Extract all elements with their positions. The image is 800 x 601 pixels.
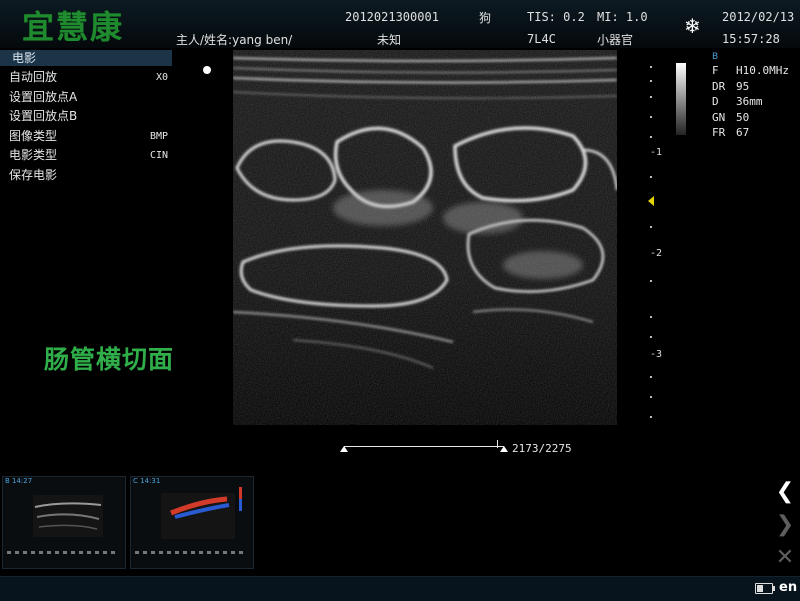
mi-value: MI: 1.0 [597, 10, 648, 24]
menu-item-cine-type[interactable]: 电影类型 CIN [0, 146, 174, 166]
param-value: 50 [736, 110, 750, 124]
patient-id: 2012021300001 [345, 10, 439, 24]
menu-item-label: 图像类型 [9, 128, 58, 143]
depth-label: -1 [650, 147, 663, 158]
grayscale-bar [676, 63, 686, 135]
footer-bar: en [0, 576, 800, 601]
param-frame-rate: FR 67 [712, 126, 800, 142]
species-label: 狗 [479, 11, 492, 25]
battery-fill [757, 585, 763, 592]
menu-item-value: CIN [149, 150, 168, 161]
param-key: F [712, 64, 719, 77]
chevron-right-icon[interactable]: ❯ [772, 512, 798, 538]
menu-item-image-type[interactable]: 图像类型 BMP [0, 127, 174, 147]
language-indicator[interactable]: en [779, 580, 797, 595]
depth-label: -3 [650, 349, 663, 360]
menu-item-value: X0 [155, 72, 168, 83]
snowflake-icon: ❄ [684, 14, 701, 38]
thumbnail-color-doppler[interactable]: C 14:31 [130, 476, 254, 569]
param-key: GN [712, 110, 726, 124]
menu-item-label: 设置回放点B [9, 109, 78, 123]
param-gain: GN 50 [712, 111, 800, 127]
ultrasound-scan-graphic [233, 50, 617, 425]
exam-type: 小器官 [597, 33, 634, 47]
cine-end-marker[interactable] [500, 446, 508, 452]
unknown-label: 未知 [377, 33, 402, 47]
param-frequency: F H10.0MHz [712, 64, 800, 80]
thumbnail-bmode-graphic [7, 495, 115, 554]
thumbnail-bmode[interactable]: B 14:27 [2, 476, 126, 569]
param-key: DR [712, 79, 726, 93]
tis-value: TIS: 0.2 [527, 10, 585, 24]
menu-item-label: 自动回放 [9, 70, 58, 84]
menu-item-auto-replay[interactable]: 自动回放 X0 [0, 68, 174, 88]
owner-name: 主人/姓名:yang ben/ [176, 33, 293, 47]
menu-item-set-point-a[interactable]: 设置回放点A [0, 88, 174, 108]
thumbnail-label: C 14:31 [133, 477, 161, 485]
menu-item-label: 设置回放点A [9, 89, 78, 104]
menu-item-label: 保存电影 [9, 167, 58, 182]
imaging-parameters: B F H10.0MHz DR 95 D 36mm GN 50 FR 67 [712, 52, 800, 142]
cine-start-marker[interactable] [340, 446, 348, 452]
param-depth: D 36mm [712, 95, 800, 111]
param-value: H10.0MHz [736, 64, 789, 77]
cine-track [344, 446, 504, 447]
exam-date: 2012/02/13 [722, 10, 795, 24]
cine-progress-bar[interactable] [340, 440, 510, 454]
cine-menu: 电影 自动回放 X0 设置回放点A 设置回放点B 图像类型 BMP 电影类型 C… [0, 50, 174, 470]
param-value: 36mm [736, 95, 763, 108]
annotation-text[interactable]: 肠管横切面 [44, 340, 174, 376]
menu-item-value: BMP [149, 130, 168, 142]
thumbnail-color-graphic [135, 487, 243, 554]
thumbnail-strip: B 14:27 C 14:31 [2, 476, 254, 569]
probe-name: 7L4C [527, 32, 556, 46]
probe-orientation-marker [203, 66, 211, 74]
param-key: D [712, 95, 719, 108]
ultrasound-image[interactable] [233, 50, 617, 425]
depth-label: -2 [650, 248, 663, 259]
menu-item-set-point-b[interactable]: 设置回放点B [0, 107, 174, 127]
thumbnail-label: B 14:27 [5, 477, 33, 485]
battery-icon [755, 583, 775, 594]
top-status-bar: 宜慧康 2012021300001 狗 TIS: 0.2 MI: 1.0 201… [0, 0, 800, 48]
chevron-left-icon[interactable]: ❮ [772, 479, 798, 505]
depth-scale: -1 -2 -3 [640, 60, 670, 430]
focus-marker[interactable] [648, 196, 654, 206]
close-icon[interactable]: ✕ [772, 545, 798, 571]
param-value: 95 [736, 79, 750, 93]
cine-menu-title: 电影 [0, 50, 172, 66]
menu-item-label: 电影类型 [9, 148, 58, 162]
param-dynamic-range: DR 95 [712, 80, 800, 96]
brand-logo: 宜慧康 [22, 8, 125, 46]
menu-item-save-cine[interactable]: 保存电影 [0, 166, 174, 186]
frame-counter: 2173/2275 [512, 442, 572, 455]
cine-position-marker[interactable] [497, 440, 498, 448]
exam-time: 15:57:28 [722, 32, 780, 46]
param-value: 67 [736, 126, 750, 139]
mode-label: B [712, 52, 719, 62]
param-key: FR [712, 126, 726, 139]
